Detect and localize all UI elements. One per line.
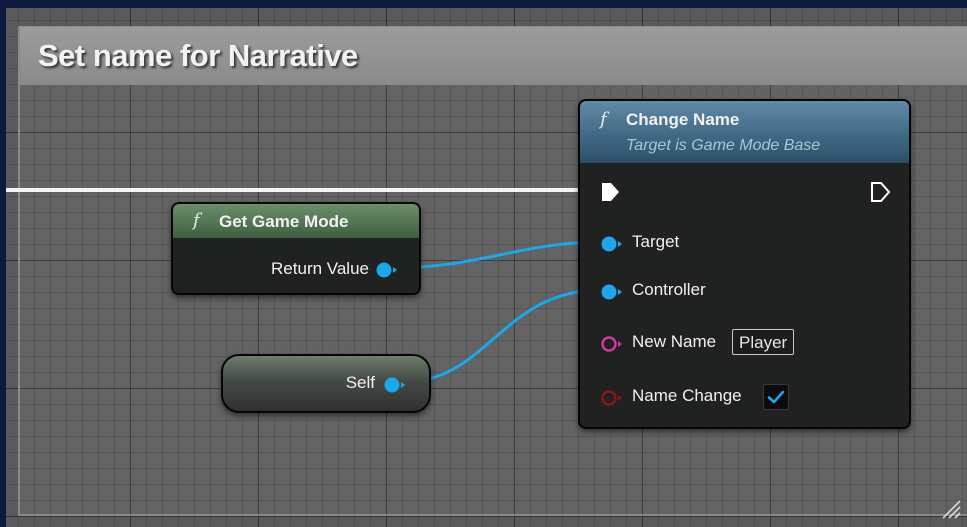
comment-resize-handle-icon[interactable] [939,497,961,519]
return-value-pin[interactable] [375,260,397,280]
get-game-mode-node[interactable]: f Get Game Mode Return Value [171,202,421,295]
name-change-checkbox[interactable] [763,384,789,410]
checkmark-icon [767,390,785,404]
target-label: Target [632,232,680,251]
controller-pin[interactable] [600,282,622,302]
new-name-pin[interactable] [600,334,622,354]
get-game-mode-title: Get Game Mode [219,212,349,231]
new-name-input[interactable]: Player [732,329,795,355]
self-pin[interactable] [383,375,405,395]
new-name-label: New Name [632,332,717,351]
exec-out-pin[interactable] [870,181,892,203]
name-change-label: Name Change [632,386,742,405]
return-value-label: Return Value [271,259,369,278]
exec-in-pin[interactable] [600,181,622,203]
controller-label: Controller [632,280,706,299]
self-label: Self [345,373,375,392]
function-icon: f [193,210,200,231]
name-change-pin[interactable] [600,388,622,408]
target-wire[interactable] [391,240,603,270]
change-name-node[interactable]: f Change Name Target is Game Mode Base T… [578,99,911,429]
change-name-title: Change Name [626,110,740,129]
change-name-subtitle: Target is Game Mode Base [626,137,821,154]
self-node[interactable]: Self [221,354,431,413]
target-pin[interactable] [600,234,622,254]
function-icon: f [600,109,607,130]
